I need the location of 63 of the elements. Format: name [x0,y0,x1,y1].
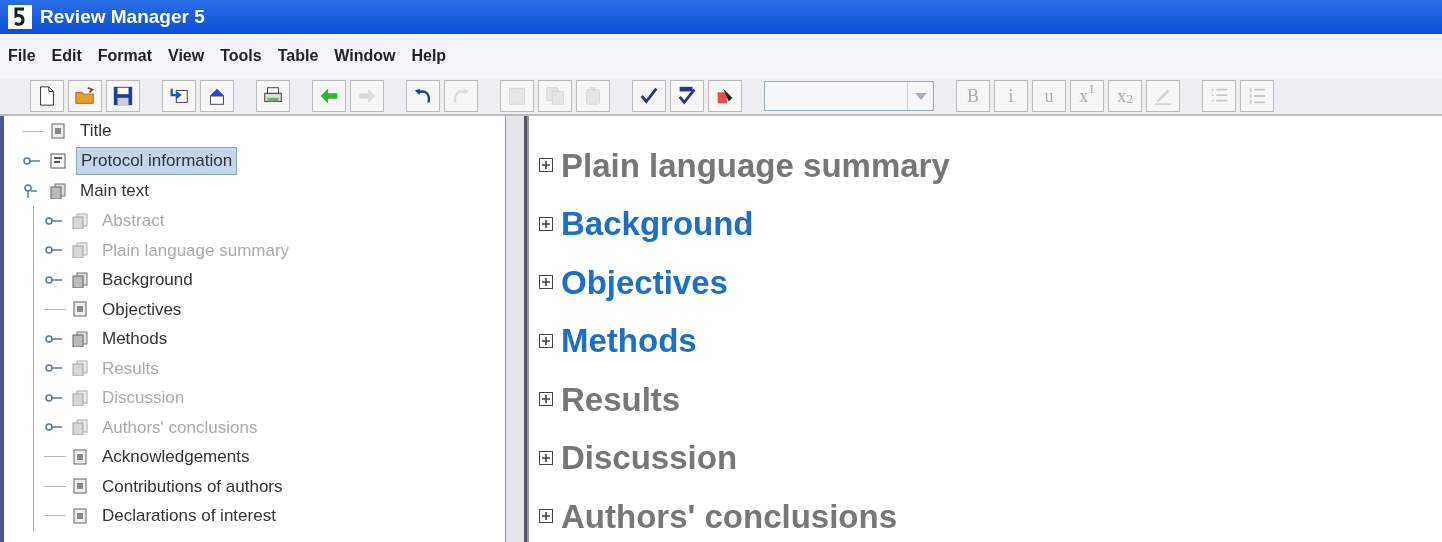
section-heading[interactable]: Discussion [561,433,738,483]
toolbar-button[interactable] [670,80,704,112]
toolbar-button[interactable] [708,80,742,112]
tree-item[interactable]: Acknowledgements [98,444,254,470]
expand-icon[interactable] [539,509,553,524]
pages-icon [72,242,88,259]
folder-icon [74,85,96,107]
toolbar-button[interactable] [162,80,196,112]
page-icon [72,301,88,318]
section-heading[interactable]: Plain language summary [561,140,950,190]
page-icon [72,448,88,465]
app-icon [8,5,32,29]
pages-icon [50,183,66,199]
expand-icon[interactable] [539,216,553,231]
tree-item[interactable]: Protocol information [76,147,238,175]
spell-check-icon [676,85,698,107]
tree-item[interactable]: Methods [98,326,172,352]
window-title: Review Manager 5 [40,4,205,29]
tree-item[interactable]: Contributions of authors [98,473,287,499]
section-heading[interactable]: Authors' conclusions [561,491,898,541]
toolbar-button[interactable] [30,80,64,112]
toolbar-button[interactable] [256,80,290,112]
expand-icon[interactable] [539,158,553,173]
page-icon [50,123,66,139]
menu-item[interactable]: Format [93,42,164,70]
menu-item[interactable]: File [4,42,48,70]
menu-item[interactable]: Edit [47,42,94,70]
section-heading[interactable]: Background [561,199,754,249]
menu-item[interactable]: Window [330,42,408,70]
copy-icon [544,85,566,107]
section-heading[interactable]: Methods [561,316,697,366]
section-heading[interactable]: Objectives [561,257,728,307]
caret-icon [914,92,927,100]
expand-icon[interactable] [539,333,553,348]
expand-icon[interactable] [539,275,553,290]
expand-icon[interactable] [539,450,553,465]
page-icon [72,478,88,495]
toolbar-button[interactable] [406,80,440,112]
toolbar-button[interactable] [106,80,140,112]
section-heading[interactable]: Results [561,374,681,424]
pages-icon [72,271,88,288]
tree-item[interactable]: Objectives [98,296,186,322]
pages-icon [72,389,88,406]
tree-item[interactable]: Main text [76,178,153,204]
pages-icon [72,330,88,347]
toolbar-button[interactable] [632,80,666,112]
pages-icon [72,360,88,377]
splitter[interactable] [505,116,527,542]
menu-item[interactable]: Table [273,42,331,70]
menu-item[interactable]: View [164,42,217,70]
menu-item[interactable]: Help [407,42,459,70]
tree-item[interactable]: Background [98,267,197,293]
toolbar-button[interactable] [200,80,234,112]
form-icon [50,153,66,169]
clipboard-icon [506,85,528,107]
expand-icon[interactable] [539,392,553,407]
pages-icon [72,212,88,229]
page-icon [72,507,88,524]
tree-item[interactable]: Title [76,118,116,144]
save-icon [112,85,134,107]
pages-icon [72,419,88,436]
tree-item[interactable]: Declarations of interest [98,503,280,529]
menu-item[interactable]: Tools [216,42,274,70]
